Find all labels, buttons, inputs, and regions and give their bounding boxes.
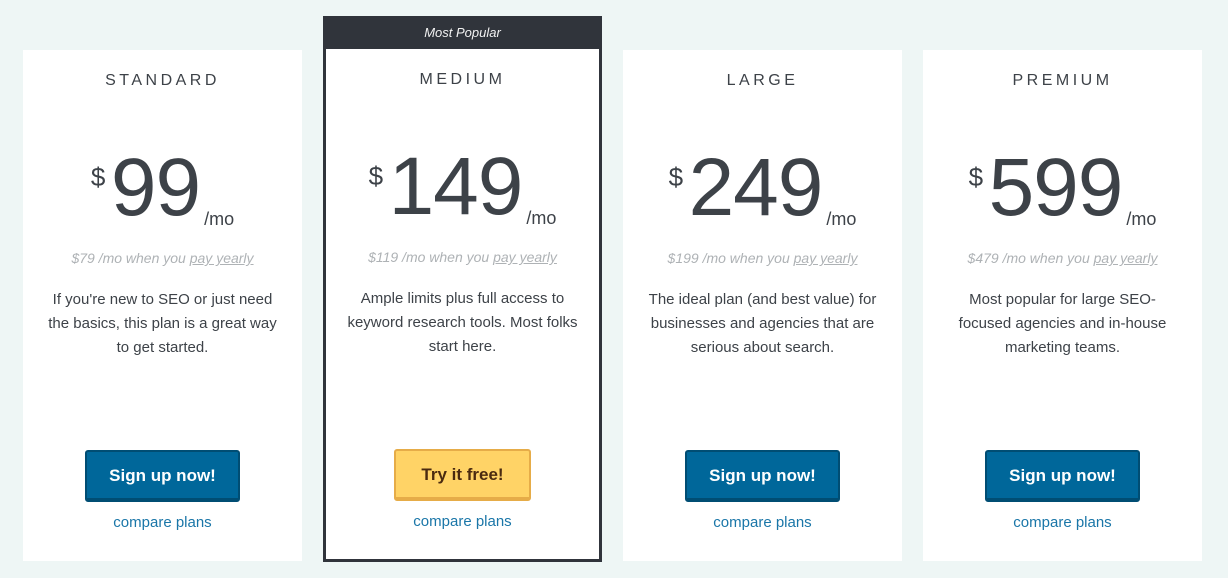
sign-up-button[interactable]: Sign up now! <box>685 450 840 502</box>
price-period: /mo <box>526 208 557 228</box>
plan-description: Most popular for large SEO-focused agenc… <box>958 291 1167 356</box>
try-free-button[interactable]: Try it free! <box>394 449 531 501</box>
price-period: /mo <box>204 209 235 229</box>
yearly-price: $79 /mo when you pay yearly <box>23 250 302 266</box>
compare-plans-link[interactable]: compare plans <box>23 514 302 531</box>
price: $ 249 /mo <box>623 147 902 230</box>
currency-symbol: $ <box>368 161 384 191</box>
currency-symbol: $ <box>968 162 984 192</box>
plan-card-premium: PREMIUM $ 599 /mo $479 /mo when you pay … <box>923 50 1202 561</box>
yearly-price-text: $119 /mo when you <box>368 249 494 265</box>
price-period: /mo <box>1126 209 1157 229</box>
price: $ 149 /mo <box>326 146 599 229</box>
pay-yearly-link[interactable]: pay yearly <box>1094 250 1158 266</box>
yearly-price-text: $199 /mo when you <box>667 250 794 266</box>
price-amount: 249 <box>688 142 824 233</box>
plan-name: PREMIUM <box>1012 72 1113 89</box>
yearly-price-text: $479 /mo when you <box>967 250 1094 266</box>
price-period: /mo <box>826 209 857 229</box>
price: $ 99 /mo <box>23 147 302 230</box>
price-amount: 99 <box>110 142 201 233</box>
plan-card-medium: Most Popular MEDIUM $ 149 /mo $119 /mo w… <box>323 16 602 562</box>
plan-name: STANDARD <box>105 72 220 89</box>
yearly-price: $199 /mo when you pay yearly <box>623 250 902 266</box>
most-popular-ribbon: Most Popular <box>323 16 602 49</box>
compare-plans-link[interactable]: compare plans <box>923 514 1202 531</box>
pay-yearly-link[interactable]: pay yearly <box>190 250 254 266</box>
yearly-price: $479 /mo when you pay yearly <box>923 250 1202 266</box>
currency-symbol: $ <box>668 162 684 192</box>
price-amount: 149 <box>388 141 524 232</box>
plan-name: LARGE <box>726 72 799 89</box>
price-amount: 599 <box>988 142 1124 233</box>
yearly-price-text: $79 /mo when you <box>71 250 190 266</box>
sign-up-button[interactable]: Sign up now! <box>85 450 240 502</box>
plan-description: The ideal plan (and best value) for busi… <box>648 291 877 356</box>
currency-symbol: $ <box>90 162 106 192</box>
plan-name: MEDIUM <box>419 71 506 88</box>
pay-yearly-link[interactable]: pay yearly <box>794 250 858 266</box>
compare-plans-link[interactable]: compare plans <box>623 514 902 531</box>
price: $ 599 /mo <box>923 147 1202 230</box>
plan-description: Ample limits plus full access to keyword… <box>347 290 578 355</box>
sign-up-button[interactable]: Sign up now! <box>985 450 1140 502</box>
pay-yearly-link[interactable]: pay yearly <box>493 249 557 265</box>
plan-card-standard: STANDARD $ 99 /mo $79 /mo when you pay y… <box>23 50 302 561</box>
yearly-price: $119 /mo when you pay yearly <box>326 249 599 265</box>
plan-description: If you're new to SEO or just need the ba… <box>48 291 277 356</box>
plan-card-large: LARGE $ 249 /mo $199 /mo when you pay ye… <box>623 50 902 561</box>
compare-plans-link[interactable]: compare plans <box>326 513 599 530</box>
